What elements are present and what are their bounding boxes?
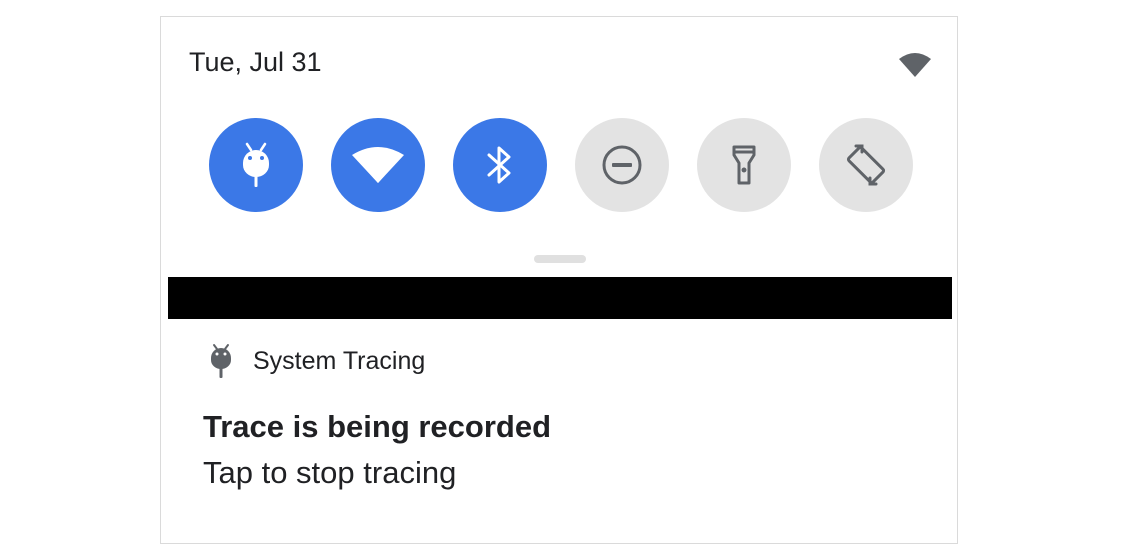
qs-tile-system-tracing[interactable] xyxy=(209,118,303,212)
qs-tile-auto-rotate[interactable] xyxy=(819,118,913,212)
wifi-icon xyxy=(350,145,406,185)
notification-card[interactable]: System Tracing Trace is being recorded T… xyxy=(161,319,957,543)
shade-drag-handle[interactable] xyxy=(534,255,586,263)
qs-tile-flashlight[interactable] xyxy=(697,118,791,212)
auto-rotate-icon xyxy=(843,142,889,188)
notification-text: Tap to stop tracing xyxy=(203,455,457,490)
flashlight-icon xyxy=(729,143,759,187)
status-date: Tue, Jul 31 xyxy=(189,47,322,77)
wifi-signal-icon xyxy=(897,51,933,79)
notification-shade: Tue, Jul 31 System Tracing Trace is bein… xyxy=(160,16,958,544)
bluetooth-icon xyxy=(485,144,515,186)
quick-settings-row xyxy=(207,115,917,215)
notification-title: Trace is being recorded xyxy=(203,409,552,444)
android-tracing-icon xyxy=(236,141,276,189)
qs-tile-bluetooth[interactable] xyxy=(453,118,547,212)
qs-tile-wifi[interactable] xyxy=(331,118,425,212)
qs-tile-do-not-disturb[interactable] xyxy=(575,118,669,212)
redaction-bar xyxy=(168,277,952,319)
android-tracing-icon xyxy=(207,343,235,379)
do-not-disturb-icon xyxy=(600,143,644,187)
notification-header: System Tracing xyxy=(207,343,425,379)
notification-app-name: System Tracing xyxy=(253,346,426,375)
